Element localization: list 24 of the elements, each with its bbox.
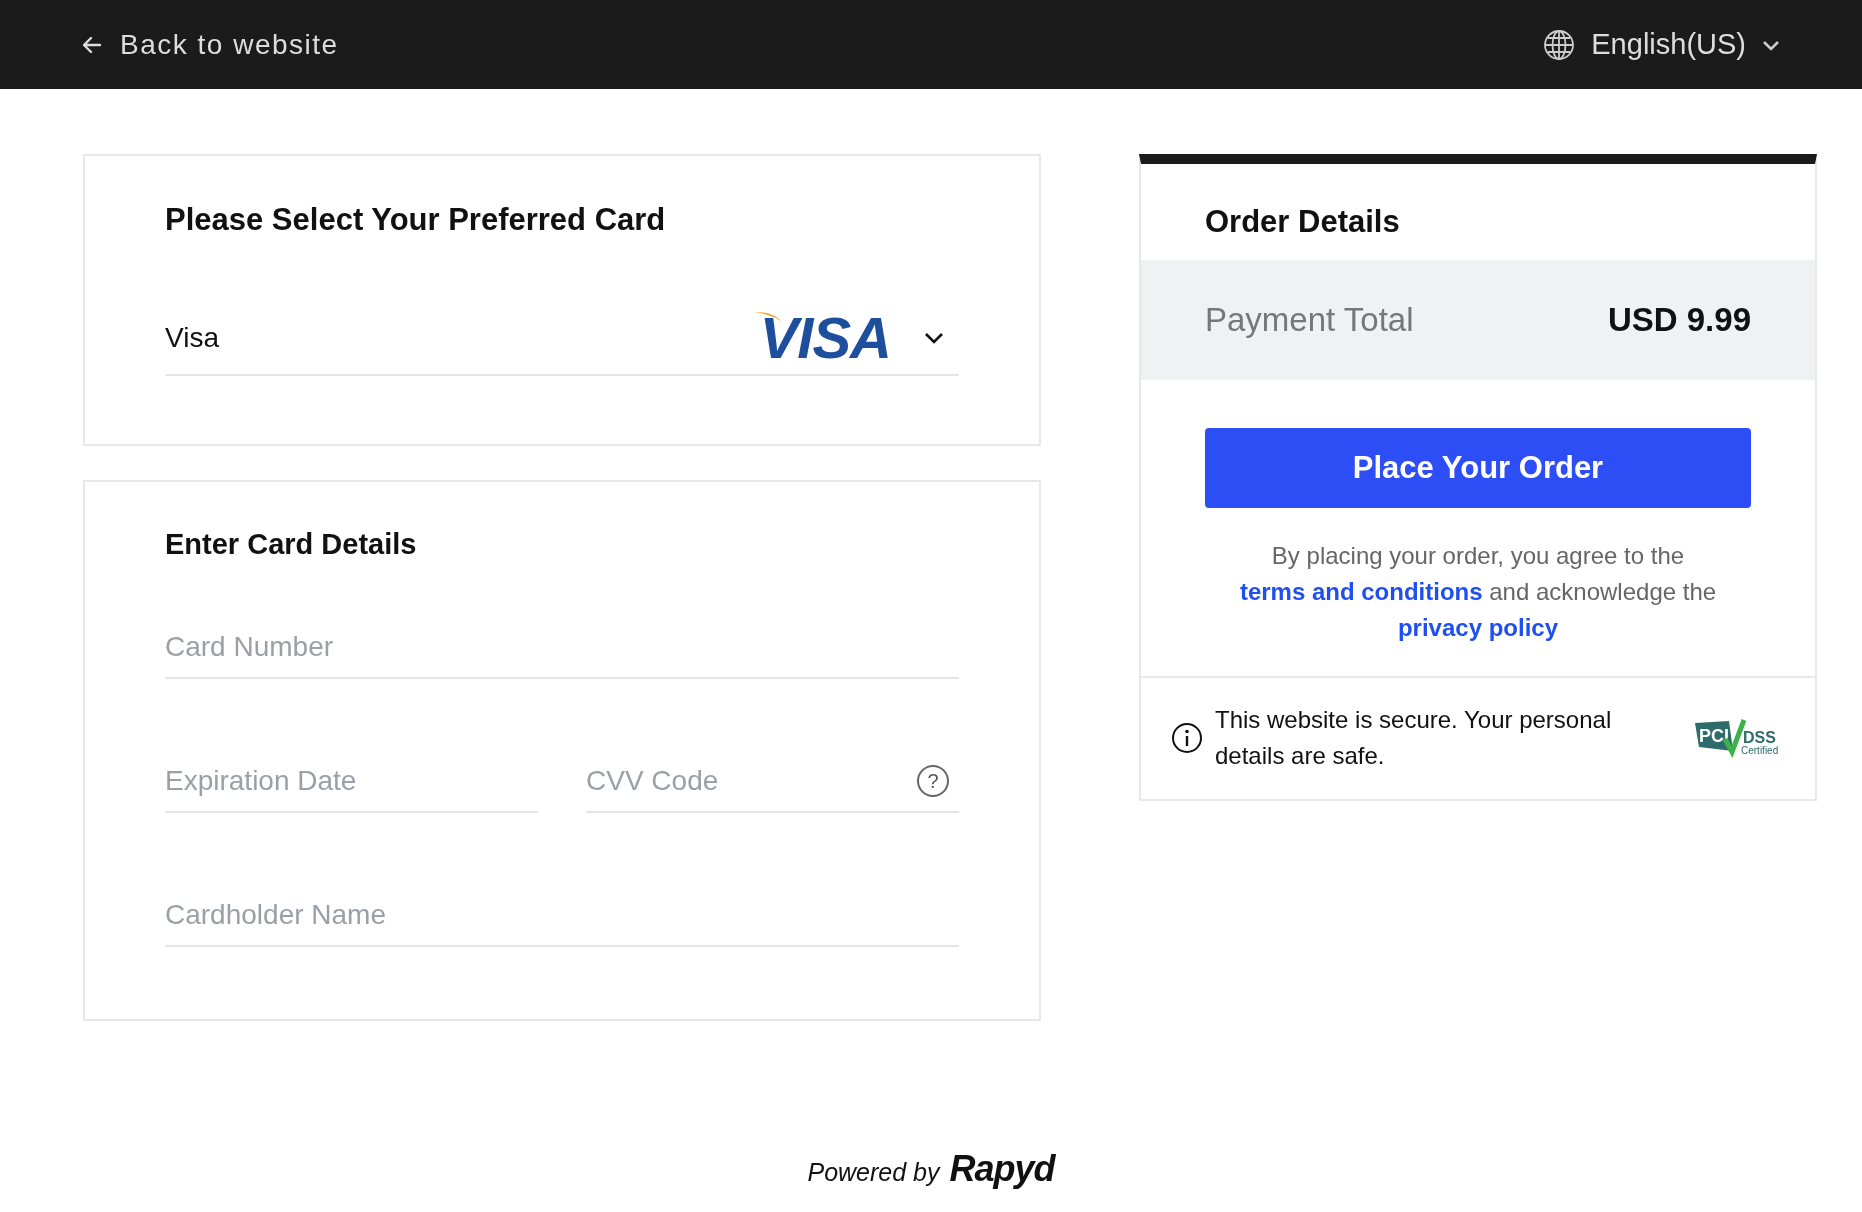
language-selector[interactable]: English(US) xyxy=(1537,27,1786,62)
total-amount: USD 9.99 xyxy=(1607,301,1751,339)
order-title: Order Details xyxy=(1204,203,1401,241)
input-field[interactable]: Cardholder Name xyxy=(165,885,959,947)
terms-link[interactable]: terms and conditions xyxy=(1239,578,1483,605)
globe-icon xyxy=(1543,28,1576,61)
total-label: Payment Total xyxy=(1205,301,1414,339)
powered-by-text: Powered by xyxy=(807,1158,940,1187)
section-title: Enter Card Details xyxy=(165,528,418,561)
agreement-text: By placing your order, you agree to the terms and conditions and acknowledge the privacy policy xyxy=(1238,541,1718,643)
back-link[interactable]: Back to website xyxy=(80,28,339,61)
input-field[interactable]: Card Number xyxy=(165,617,959,679)
brand-logo: Rapyd xyxy=(949,1148,1055,1190)
input-field[interactable]: Expiration Date xyxy=(165,751,538,813)
info-icon xyxy=(1171,722,1203,754)
caret-icon xyxy=(1762,38,1780,51)
section-title: Please Select Your Preferred Card xyxy=(165,202,667,238)
secure-note: This website is secure. Your personal details are safe. xyxy=(1215,705,1613,771)
place-order-button[interactable]: Place Your Order xyxy=(1205,428,1751,508)
privacy-link[interactable]: privacy policy xyxy=(1397,614,1559,641)
visa-logo: VISA xyxy=(753,303,899,373)
chevron-icon xyxy=(923,331,945,345)
help-icon[interactable]: ? xyxy=(917,765,949,797)
card-type-dropdown[interactable]: Visa VISA xyxy=(165,302,959,376)
